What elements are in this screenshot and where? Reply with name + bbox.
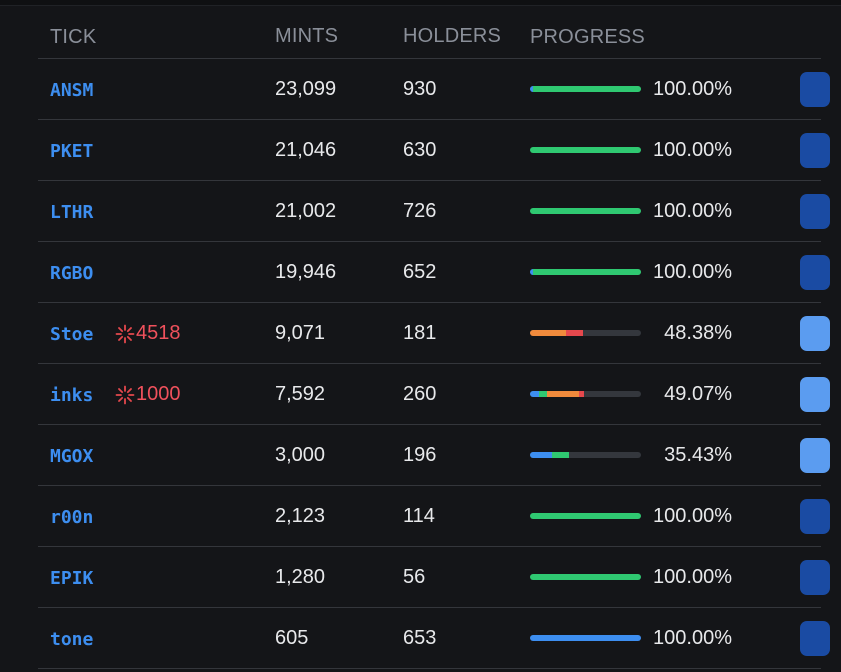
mints-value: 21,002 bbox=[275, 200, 337, 222]
hot-badge-count: 1000 bbox=[136, 383, 181, 405]
tick-link[interactable]: MGOX bbox=[50, 446, 93, 467]
holders-value: 930 bbox=[403, 78, 437, 100]
mints-value: 2,123 bbox=[275, 505, 326, 527]
column-header-mints[interactable]: MINTS bbox=[275, 25, 338, 48]
hot-badge: 4518 bbox=[115, 322, 181, 345]
progress-bar bbox=[530, 147, 641, 153]
token-table: TICK MINTS HOLDERS PROGRESS ANSM 23,099 … bbox=[38, 6, 830, 669]
mints-value: 23,099 bbox=[275, 78, 337, 100]
mint-button[interactable] bbox=[800, 621, 830, 656]
mint-button[interactable] bbox=[800, 560, 830, 595]
column-header-holders[interactable]: HOLDERS bbox=[403, 25, 501, 48]
mints-value: 605 bbox=[275, 627, 309, 649]
progress-segment bbox=[565, 330, 584, 336]
mint-button[interactable] bbox=[800, 316, 830, 351]
progress-segment bbox=[530, 574, 641, 580]
mint-button[interactable] bbox=[800, 72, 830, 107]
column-header-tick[interactable]: TICK bbox=[50, 26, 96, 49]
progress-segment bbox=[530, 513, 641, 519]
table-row[interactable]: r00n 2,123 114 100.00% bbox=[38, 486, 830, 547]
hot-badge-count: 4518 bbox=[136, 322, 181, 344]
tick-link[interactable]: r00n bbox=[50, 507, 93, 528]
mint-button[interactable] bbox=[800, 194, 830, 229]
progress-percent: 100.00% bbox=[653, 505, 732, 527]
table-row[interactable]: EPIK 1,280 56 100.00% bbox=[38, 547, 830, 608]
mint-button[interactable] bbox=[800, 438, 830, 473]
table-row[interactable]: MGOX 3,000 196 35.43% bbox=[38, 425, 830, 486]
column-header-progress[interactable]: PROGRESS bbox=[530, 26, 645, 49]
mint-button[interactable] bbox=[800, 499, 830, 534]
progress-percent: 100.00% bbox=[653, 566, 732, 588]
progress-bar bbox=[530, 86, 641, 92]
tick-link[interactable]: ANSM bbox=[50, 80, 93, 101]
progress-segment bbox=[533, 86, 641, 92]
mints-value: 19,946 bbox=[275, 261, 337, 283]
progress-percent: 49.07% bbox=[664, 383, 732, 405]
mints-value: 1,280 bbox=[275, 566, 326, 588]
table-row[interactable]: RGBO 19,946 652 100.00% bbox=[38, 242, 830, 303]
spinner-icon bbox=[115, 324, 135, 343]
progress-bar bbox=[530, 391, 641, 397]
progress-segment bbox=[552, 452, 569, 458]
mints-value: 21,046 bbox=[275, 139, 337, 161]
table-row[interactable]: Stoe 4518 9,071 181 48.38% bbox=[38, 303, 830, 364]
table-row[interactable]: tone 605 653 100.00% bbox=[38, 608, 830, 669]
progress-bar bbox=[530, 330, 641, 336]
tick-link[interactable]: EPIK bbox=[50, 568, 93, 589]
table-row[interactable]: ANSM 23,099 930 100.00% bbox=[38, 59, 830, 120]
holders-value: 196 bbox=[403, 444, 437, 466]
holders-value: 56 bbox=[403, 566, 426, 588]
holders-value: 260 bbox=[403, 383, 437, 405]
progress-bar bbox=[530, 574, 641, 580]
progress-segment bbox=[530, 330, 566, 336]
progress-segment bbox=[530, 208, 641, 214]
progress-percent: 100.00% bbox=[653, 139, 732, 161]
holders-value: 181 bbox=[403, 322, 437, 344]
table-header: TICK MINTS HOLDERS PROGRESS bbox=[38, 6, 821, 59]
progress-percent: 100.00% bbox=[653, 627, 732, 649]
progress-segment bbox=[530, 391, 539, 397]
progress-percent: 100.00% bbox=[653, 78, 732, 100]
mint-button[interactable] bbox=[800, 133, 830, 168]
table-row[interactable]: PKET 21,046 630 100.00% bbox=[38, 120, 830, 181]
tick-link[interactable]: tone bbox=[50, 629, 93, 650]
mints-value: 9,071 bbox=[275, 322, 326, 344]
mints-value: 3,000 bbox=[275, 444, 326, 466]
tick-link[interactable]: Stoe bbox=[50, 324, 93, 345]
progress-percent: 48.38% bbox=[664, 322, 732, 344]
holders-value: 652 bbox=[403, 261, 437, 283]
hot-badge: 1000 bbox=[115, 383, 181, 406]
mint-button[interactable] bbox=[800, 255, 830, 290]
holders-value: 726 bbox=[403, 200, 437, 222]
table-row[interactable]: LTHR 21,002 726 100.00% bbox=[38, 181, 830, 242]
tick-link[interactable]: PKET bbox=[50, 141, 93, 162]
progress-segment bbox=[530, 635, 641, 641]
progress-segment bbox=[530, 452, 553, 458]
progress-segment bbox=[533, 269, 641, 275]
progress-segment bbox=[538, 391, 547, 397]
progress-segment bbox=[530, 147, 641, 153]
holders-value: 114 bbox=[403, 505, 435, 527]
holders-value: 653 bbox=[403, 627, 437, 649]
progress-percent: 100.00% bbox=[653, 261, 732, 283]
tick-link[interactable]: LTHR bbox=[50, 202, 93, 223]
progress-bar bbox=[530, 452, 641, 458]
mints-value: 7,592 bbox=[275, 383, 326, 405]
progress-bar bbox=[530, 513, 641, 519]
holders-value: 630 bbox=[403, 139, 437, 161]
tick-link[interactable]: RGBO bbox=[50, 263, 93, 284]
table-body: ANSM 23,099 930 100.00% PKET 21,046 630 … bbox=[38, 59, 830, 669]
mint-button[interactable] bbox=[800, 377, 830, 412]
progress-segment bbox=[578, 391, 585, 397]
table-row[interactable]: inks 1000 7,592 260 49.07% bbox=[38, 364, 830, 425]
spinner-icon bbox=[115, 385, 135, 404]
progress-bar bbox=[530, 208, 641, 214]
progress-bar bbox=[530, 635, 641, 641]
progress-percent: 100.00% bbox=[653, 200, 732, 222]
progress-percent: 35.43% bbox=[664, 444, 732, 466]
progress-segment bbox=[546, 391, 579, 397]
tick-link[interactable]: inks bbox=[50, 385, 93, 406]
progress-bar bbox=[530, 269, 641, 275]
